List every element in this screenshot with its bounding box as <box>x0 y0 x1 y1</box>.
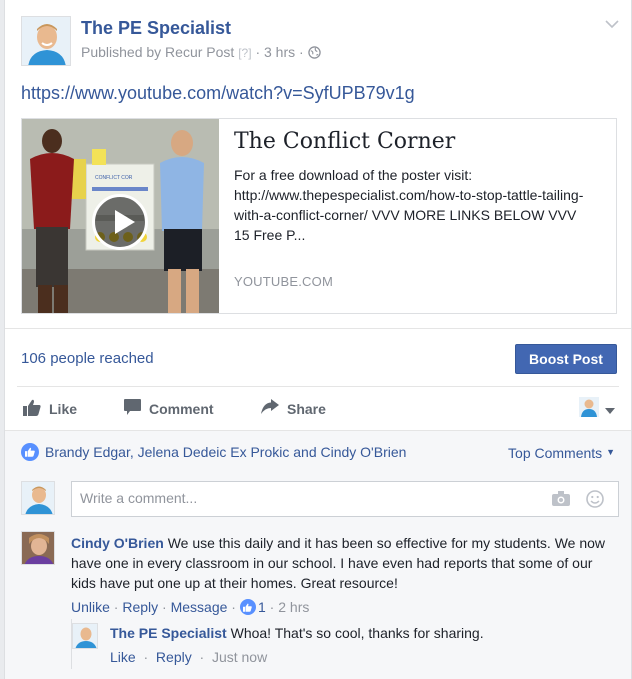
like-reaction-icon <box>239 599 256 615</box>
comments-section: Brandy Edgar, Jelena Dedeic Ex Prokic an… <box>5 430 631 679</box>
published-by: Published by Recur Post <box>81 44 235 60</box>
action-bar: Like Comment Share <box>17 386 619 430</box>
globe-icon <box>307 46 321 62</box>
comment-like-count[interactable]: 1 <box>258 599 266 615</box>
page-avatar[interactable] <box>21 16 71 66</box>
comment-time[interactable]: 2 hrs <box>278 599 309 615</box>
comment-body: Cindy O'Brien We use this daily and it h… <box>71 533 611 593</box>
page-name[interactable]: The PE Specialist <box>81 18 231 39</box>
comment-button[interactable]: Comment <box>124 399 214 418</box>
people-reached[interactable]: 106 people reached <box>21 350 154 367</box>
share-domain: YOUTUBE.COM <box>234 274 333 289</box>
share-icon <box>261 399 287 418</box>
reply-avatar[interactable] <box>72 623 98 649</box>
composer-avatar <box>21 481 55 515</box>
share-button[interactable]: Share <box>261 399 326 418</box>
comment-label: Comment <box>149 400 214 417</box>
like-reaction-icon <box>21 443 39 461</box>
post-header: The PE Specialist Published by Recur Pos… <box>21 16 621 68</box>
video-thumbnail[interactable]: CONFLICT COR <box>22 119 219 313</box>
post-meta: Published by Recur Post [?] · 3 hrs · <box>81 44 321 62</box>
like-label: Like <box>49 401 78 417</box>
thumbs-up-icon <box>23 399 49 419</box>
message-link[interactable]: Message <box>171 599 228 615</box>
comment-icon <box>124 399 149 418</box>
comment-composer[interactable] <box>71 481 619 517</box>
post-time[interactable]: 3 hrs <box>264 44 295 60</box>
link-share-preview[interactable]: CONFLICT COR The Conflict Corner For a f… <box>21 118 617 314</box>
post-link[interactable]: https://www.youtube.com/watch?v=SyfUPB79… <box>21 83 415 104</box>
unlike-link[interactable]: Unlike <box>71 599 110 615</box>
post-as-selector[interactable] <box>579 397 615 422</box>
play-icon[interactable] <box>92 194 148 250</box>
reply-author[interactable]: The PE Specialist <box>110 625 227 641</box>
help-link[interactable]: [?] <box>238 46 251 60</box>
like-button[interactable]: Like <box>23 399 77 419</box>
comment-actions: Unlike · Reply · Message · 1 · 2 hrs <box>71 599 310 615</box>
reply-item: The PE Specialist Whoa! That's so cool, … <box>71 619 621 669</box>
caret-down-icon <box>605 401 615 419</box>
reply-text: Whoa! That's so cool, thanks for sharing… <box>230 625 484 641</box>
commenter-avatar[interactable] <box>21 531 55 565</box>
boost-post-button[interactable]: Boost Post <box>515 344 617 374</box>
chevron-down-icon[interactable] <box>603 16 621 34</box>
reactions-summary[interactable]: Brandy Edgar, Jelena Dedeic Ex Prokic an… <box>21 443 406 461</box>
share-label: Share <box>287 400 326 417</box>
top-comments-dropdown[interactable]: Top Comments ▼ <box>508 445 615 461</box>
reply-reply-link[interactable]: Reply <box>156 649 192 665</box>
share-description: For a free download of the poster visit:… <box>234 167 584 243</box>
reactor-names[interactable]: Brandy Edgar, Jelena Dedeic Ex Prokic an… <box>45 444 406 460</box>
reply-like-link[interactable]: Like <box>110 649 136 665</box>
camera-icon[interactable] <box>552 491 570 511</box>
small-avatar <box>579 397 599 422</box>
comment-author[interactable]: Cindy O'Brien <box>71 535 164 551</box>
caret-down-icon: ▼ <box>606 447 615 457</box>
post-card: The PE Specialist Published by Recur Pos… <box>4 0 632 679</box>
reach-row: 106 people reached Boost Post <box>5 328 631 386</box>
top-comments-label: Top Comments <box>508 445 603 461</box>
reply-actions: Like · Reply · Just now <box>110 649 268 665</box>
reply-time[interactable]: Just now <box>212 649 267 665</box>
reply-body: The PE Specialist Whoa! That's so cool, … <box>110 625 484 641</box>
emoji-icon[interactable] <box>586 490 604 513</box>
comment-input[interactable] <box>80 490 520 506</box>
reply-link[interactable]: Reply <box>122 599 158 615</box>
share-title[interactable]: The Conflict Corner <box>234 129 455 154</box>
poster-caption: CONFLICT COR <box>95 175 133 181</box>
